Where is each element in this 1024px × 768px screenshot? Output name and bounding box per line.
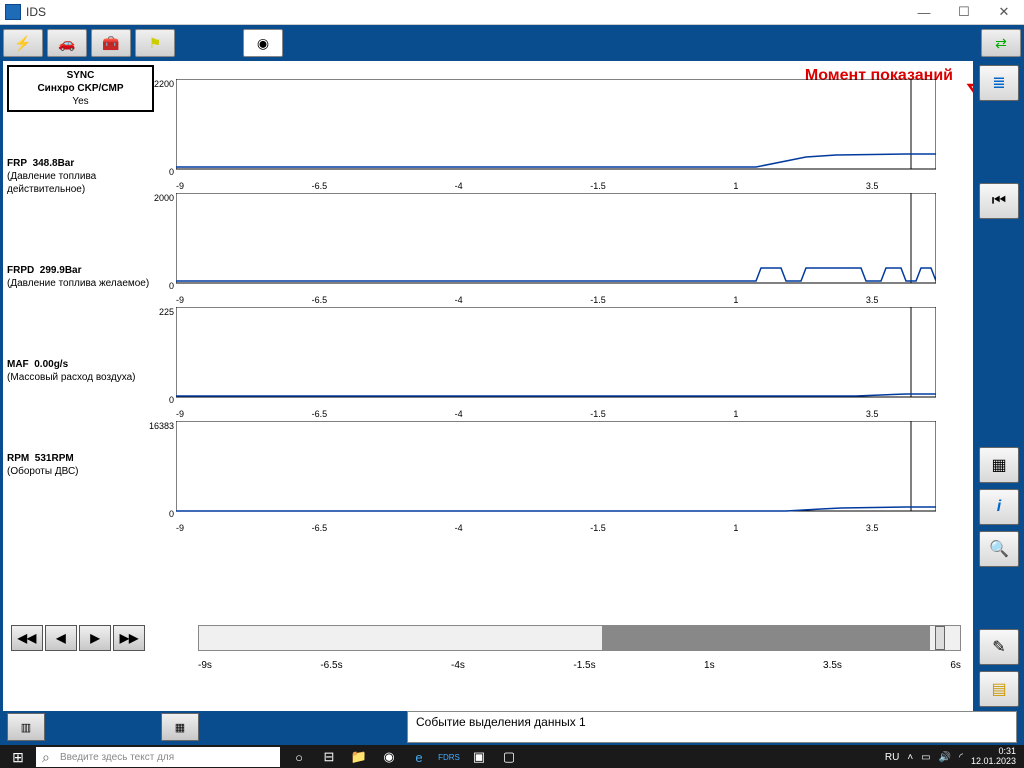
taskbar-clock[interactable]: 0:3112.01.2023 [971,747,1016,767]
right-toolbar: ≣ ⏮ ▦ i 🔍 ✎ ▤ [973,61,1021,711]
tool-next-icon[interactable]: ⇄ [981,29,1021,57]
top-toolbar: ⚡ 🚗 🧰 ⚑ ◉ ⇄ [3,28,1021,58]
chart-icon[interactable]: ▦ [161,713,199,741]
report-icon[interactable]: ▥ [7,713,45,741]
taskbar-search[interactable]: Введите здесь текст для [36,747,280,767]
fdrs-icon[interactable]: FDRS [434,745,464,768]
battery-icon[interactable]: ▭ [921,752,930,763]
grid-icon[interactable]: ▦ [979,447,1019,483]
start-button[interactable]: ⊞ [0,745,36,768]
close-button[interactable]: ✕ [984,0,1024,24]
chart-panel: SYNC Синхро CKP/CMP Yes FRP 348.8Bar (Да… [3,61,1021,711]
param-frpd: FRPD 299.9Bar (Давление топлива желаемое… [7,264,154,290]
xticks: -9-6.5-4-1.513.56 [176,181,1011,191]
tool-flag-icon[interactable]: ⚑ [135,29,175,57]
app1-icon[interactable]: ▣ [464,745,494,768]
sync-box[interactable]: SYNC Синхро CKP/CMP Yes [7,65,154,112]
ie-icon[interactable]: e [404,745,434,768]
step-fwd-button[interactable]: ▶ [79,625,111,651]
chart-frp[interactable]: 2200 0 -9-6.5-4-1.513.56 [158,79,1021,189]
xticks: -9-6.5-4-1.513.56 [176,409,1011,419]
param-rpm: RPM 531RPM (Обороты ДВС) [7,452,154,478]
window-titlebar: IDS — ☐ ✕ [0,0,1024,25]
app2-icon[interactable]: ▢ [494,745,524,768]
charts-area: Момент показаний 2200 0 -9-6.5-4-1.513.5… [158,61,1021,711]
tool-connector-icon[interactable]: ⚡ [3,29,43,57]
app-icon [5,4,21,20]
tool-gauge-icon[interactable]: ◉ [243,29,283,57]
scrubber[interactable] [198,625,961,651]
param-maf: MAF 0.00g/s (Массовый расход воздуха) [7,358,154,384]
windows-taskbar: ⊞ Введите здесь текст для ○ ⊟ 📁 ◉ e FDRS… [0,745,1024,768]
param-column: SYNC Синхро CKP/CMP Yes FRP 348.8Bar (Да… [3,61,158,711]
list-view-icon[interactable]: ≣ [979,65,1019,101]
rewind-button[interactable]: ◀◀ [11,625,43,651]
minimize-button[interactable]: — [904,0,944,24]
param-frp: FRP 348.8Bar (Давление топлива действите… [7,157,154,196]
time-labels: -9s-6.5s-4s-1.5s1s3.5s6s [198,660,961,671]
sound-icon[interactable]: 🔊 [939,752,951,763]
explorer-icon[interactable]: 📁 [344,745,374,768]
sync-l3: Yes [11,95,150,108]
chart-maf[interactable]: 225 0 -9-6.5-4-1.513.56 [158,307,1021,417]
sync-l2: Синхро CKP/CMP [37,83,123,94]
stack-icon[interactable]: ▤ [979,671,1019,707]
xticks: -9-6.5-4-1.513.56 [176,295,1011,305]
ffwd-button[interactable]: ▶▶ [113,625,145,651]
status-text: Событие выделения данных 1 [407,711,1017,743]
cortana-icon[interactable]: ○ [284,745,314,768]
wifi-icon[interactable]: ◜ [959,752,963,763]
sync-l1: SYNC [67,70,95,81]
skip-start-icon[interactable]: ⏮ [979,183,1019,219]
system-tray: RU ˄ ▭ 🔊 ◜ 0:3112.01.2023 [885,747,1024,767]
chart-rpm[interactable]: 16383 0 -9-6.5-4-1.513.56 [158,421,1021,531]
tool-toolbox-icon[interactable]: 🧰 [91,29,131,57]
xticks: -9-6.5-4-1.513.56 [176,523,1011,533]
bottom-bar: ▥ ▦ Событие выделения данных 1 [3,712,1021,742]
eraser-icon[interactable]: ✎ [979,629,1019,665]
zoom-icon[interactable]: 🔍 [979,531,1019,567]
maximize-button[interactable]: ☐ [944,0,984,24]
info-icon[interactable]: i [979,489,1019,525]
window-title: IDS [26,5,904,19]
lang-indicator[interactable]: RU [885,752,899,763]
app-body: ⚡ 🚗 🧰 ⚑ ◉ ⇄ SYNC Синхро CKP/CMP Yes FRP … [0,25,1024,745]
tray-up-icon[interactable]: ˄ [907,752,913,763]
chart-frpd[interactable]: 2000 0 -9-6.5-4-1.513.56 [158,193,1021,303]
step-back-button[interactable]: ◀ [45,625,77,651]
tool-vehicle-icon[interactable]: 🚗 [47,29,87,57]
playback-controls: ◀◀ ◀ ▶ ▶▶ [11,625,145,651]
taskview-icon[interactable]: ⊟ [314,745,344,768]
chrome-icon[interactable]: ◉ [374,745,404,768]
